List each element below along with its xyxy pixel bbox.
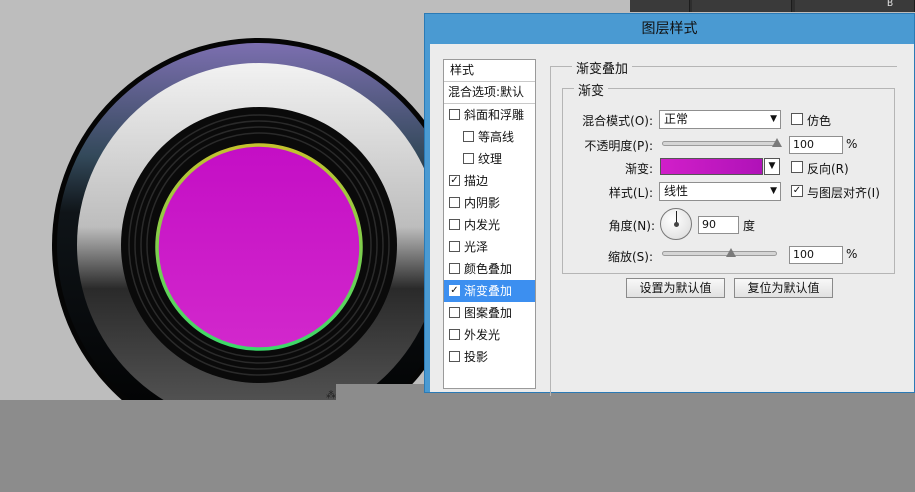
angle-dial-hub (674, 222, 679, 227)
style-item-label: 纹理 (478, 152, 503, 166)
angle-dial[interactable] (660, 208, 692, 240)
bottom-panel (0, 400, 915, 492)
scale-slider-thumb[interactable] (726, 248, 736, 257)
checkbox[interactable] (449, 351, 460, 362)
style-item-stroke[interactable]: ✓ 描边 (444, 170, 535, 192)
chevron-down-icon: ▼ (770, 186, 777, 196)
style-item-bevel-emboss[interactable]: 斜面和浮雕 (444, 104, 535, 126)
dialog-body: 样式 混合选项:默认 斜面和浮雕 等高线 纹理 ✓ 描边 内阴影 内发光 光泽 … (430, 44, 914, 396)
style-item-outer-glow[interactable]: 外发光 (444, 324, 535, 346)
blend-mode-label: 混合模式(O): (582, 114, 653, 128)
style-item-inner-shadow[interactable]: 内阴影 (444, 192, 535, 214)
style-select[interactable]: 线性 ▼ (659, 182, 781, 201)
style-value: 线性 (664, 184, 689, 198)
styles-header[interactable]: 样式 (444, 60, 535, 82)
opacity-slider-thumb[interactable] (772, 138, 782, 147)
style-label: 样式(L): (608, 186, 653, 200)
checkbox[interactable] (449, 307, 460, 318)
dither-checkbox[interactable] (791, 113, 803, 125)
dialog-title[interactable]: 图层样式 (425, 14, 914, 44)
style-items: 斜面和浮雕 等高线 纹理 ✓ 描边 内阴影 内发光 光泽 颜色叠加 ✓ 渐变叠加… (444, 104, 535, 368)
blend-options-item[interactable]: 混合选项:默认 (444, 82, 535, 104)
lens-center-fill (155, 143, 363, 351)
checkbox[interactable]: ✓ (449, 285, 460, 296)
gradient-swatch[interactable] (660, 158, 763, 175)
layer-style-dialog: 图层样式 样式 混合选项:默认 斜面和浮雕 等高线 纹理 ✓ 描边 内阴影 内发… (424, 13, 915, 396)
checkbox[interactable] (449, 241, 460, 252)
style-item-gradient-overlay[interactable]: ✓ 渐变叠加 (444, 280, 535, 302)
gradient-picker-button[interactable]: ▼ (764, 158, 780, 175)
style-item-label: 内阴影 (464, 196, 501, 210)
opacity-label: 不透明度(P): (584, 139, 653, 153)
style-item-label: 渐变叠加 (464, 284, 513, 298)
gradient-subgroup-title: 渐变 (574, 80, 609, 99)
checkbox[interactable] (449, 219, 460, 230)
cursor-icon: ⁂ (326, 390, 336, 401)
blend-mode-select[interactable]: 正常 ▼ (659, 110, 781, 129)
reset-default-button[interactable]: 复位为默认值 (734, 278, 833, 298)
gradient-label: 渐变: (624, 162, 653, 176)
style-item-drop-shadow[interactable]: 投影 (444, 346, 535, 368)
style-item-label: 内发光 (464, 218, 501, 232)
opacity-slider[interactable] (662, 141, 777, 146)
style-item-color-overlay[interactable]: 颜色叠加 (444, 258, 535, 280)
style-item-texture[interactable]: 纹理 (444, 148, 535, 170)
style-item-label: 外发光 (464, 328, 501, 342)
style-item-label: 投影 (464, 350, 489, 364)
top-strip-label: B (886, 0, 893, 9)
style-item-satin[interactable]: 光泽 (444, 236, 535, 258)
checkbox[interactable] (449, 109, 460, 120)
opacity-unit: % (846, 137, 858, 151)
checkbox[interactable] (463, 153, 474, 164)
style-item-label: 描边 (464, 174, 489, 188)
scale-label: 缩放(S): (607, 250, 653, 264)
checkbox[interactable] (449, 263, 460, 274)
checkbox[interactable] (449, 329, 460, 340)
blend-mode-value: 正常 (664, 112, 689, 126)
style-item-contour[interactable]: 等高线 (444, 126, 535, 148)
app-top-strip: B (630, 0, 915, 12)
checkbox[interactable]: ✓ (449, 175, 460, 186)
style-item-label: 等高线 (478, 130, 515, 144)
chevron-down-icon: ▼ (768, 161, 776, 171)
style-item-label: 斜面和浮雕 (464, 108, 525, 122)
dither-label: 仿色 (807, 114, 832, 128)
style-item-inner-glow[interactable]: 内发光 (444, 214, 535, 236)
angle-label: 角度(N): (608, 219, 655, 233)
reverse-checkbox[interactable] (791, 161, 803, 173)
align-with-layer-label: 与图层对齐(I) (807, 186, 880, 200)
style-item-pattern-overlay[interactable]: 图案叠加 (444, 302, 535, 324)
angle-unit: 度 (743, 219, 756, 233)
make-default-button[interactable]: 设置为默认值 (626, 278, 725, 298)
opacity-input[interactable]: 100 (789, 136, 843, 154)
align-with-layer-checkbox[interactable]: ✓ (791, 185, 803, 197)
reverse-label: 反向(R) (807, 162, 849, 176)
angle-input[interactable]: 90 (698, 216, 739, 234)
chevron-down-icon: ▼ (770, 114, 777, 124)
style-item-label: 颜色叠加 (464, 262, 513, 276)
scale-unit: % (846, 247, 858, 261)
checkbox[interactable] (463, 131, 474, 142)
gradient-overlay-title: 渐变叠加 (572, 58, 633, 77)
scale-input[interactable]: 100 (789, 246, 843, 264)
styles-list: 样式 混合选项:默认 斜面和浮雕 等高线 纹理 ✓ 描边 内阴影 内发光 光泽 … (443, 59, 536, 389)
style-item-label: 图案叠加 (464, 306, 513, 320)
checkbox[interactable] (449, 197, 460, 208)
scale-slider[interactable] (662, 251, 777, 256)
style-item-label: 光泽 (464, 240, 489, 254)
